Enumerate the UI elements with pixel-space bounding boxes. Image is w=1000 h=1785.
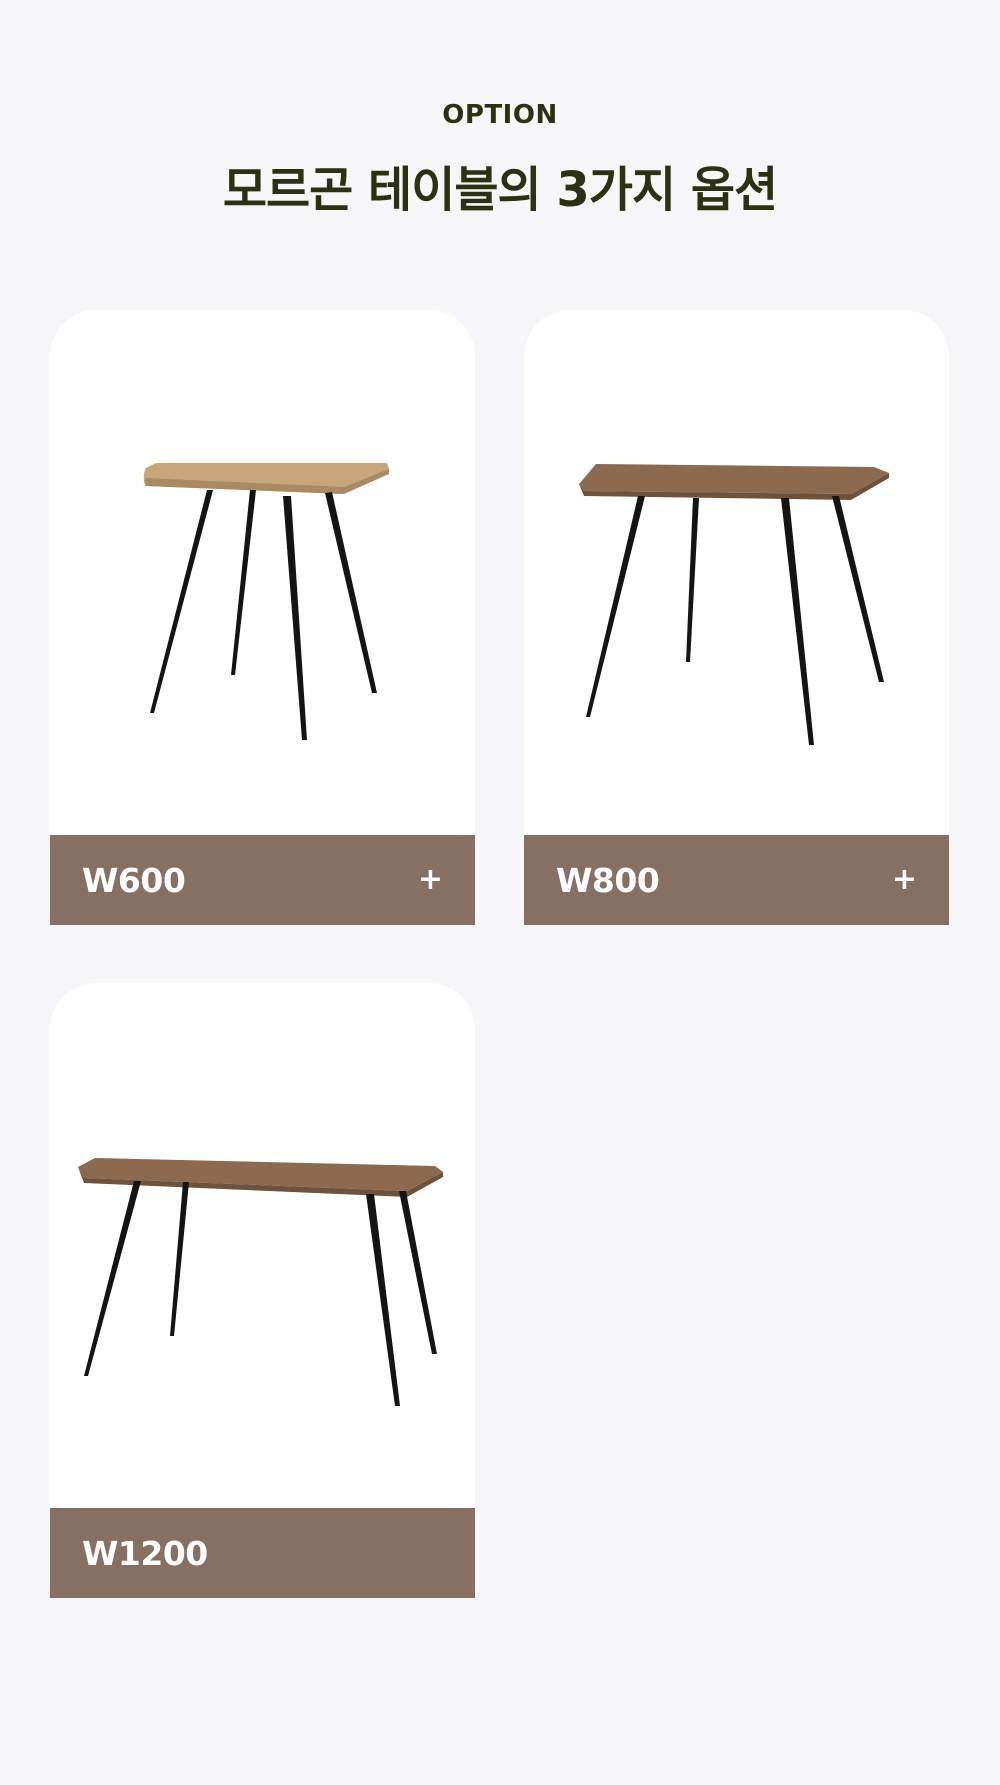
option-label: W600 bbox=[82, 860, 186, 900]
plus-icon[interactable]: + bbox=[418, 865, 443, 895]
option-bar-w800[interactable]: W800 + bbox=[524, 835, 949, 925]
option-label: W1200 bbox=[82, 1533, 208, 1573]
table-w600-image bbox=[143, 463, 389, 740]
option-bar-w600[interactable]: W600 + bbox=[50, 835, 475, 925]
option-card-w600[interactable]: W600 + bbox=[50, 310, 475, 925]
table-w1200-image bbox=[78, 1158, 443, 1406]
page-title: 모르곤 테이블의 3가지 옵션 bbox=[222, 162, 778, 218]
plus-icon[interactable]: + bbox=[892, 865, 917, 895]
table-w800-image bbox=[579, 464, 889, 745]
option-card-w1200[interactable]: W1200 bbox=[50, 983, 475, 1598]
option-bar-w1200[interactable]: W1200 bbox=[50, 1508, 475, 1598]
option-card-w800[interactable]: W800 + bbox=[524, 310, 949, 925]
option-label: W800 bbox=[556, 860, 660, 900]
option-eyebrow: OPTION bbox=[442, 100, 558, 130]
